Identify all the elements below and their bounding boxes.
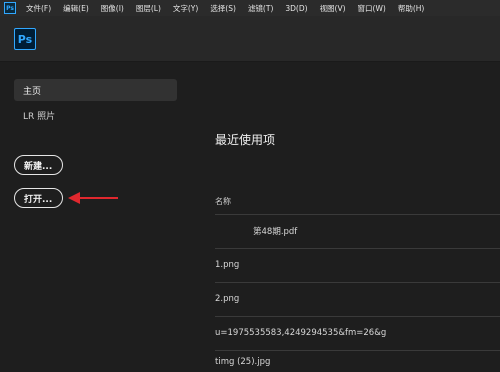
menu-layer[interactable]: 图层(L) bbox=[130, 3, 167, 14]
recent-file-row[interactable]: 第48期.pdf bbox=[215, 214, 500, 246]
menu-help[interactable]: 帮助(H) bbox=[392, 3, 431, 14]
menu-filter[interactable]: 滤镜(T) bbox=[242, 3, 279, 14]
menu-bar: Ps 文件(F) 编辑(E) 图像(I) 图层(L) 文字(Y) 选择(S) 滤… bbox=[0, 0, 500, 16]
arrow-left-icon bbox=[68, 192, 118, 204]
menu-file[interactable]: 文件(F) bbox=[20, 3, 57, 14]
column-header-name[interactable]: 名称 bbox=[215, 196, 231, 207]
recent-file-row[interactable]: timg (25).jpg bbox=[215, 350, 500, 372]
photoshop-app-icon[interactable]: Ps bbox=[4, 2, 16, 14]
file-name: 2.png bbox=[215, 293, 240, 304]
menu-image[interactable]: 图像(I) bbox=[95, 3, 130, 14]
recent-file-row[interactable]: 1.png bbox=[215, 248, 500, 280]
new-button[interactable]: 新建... bbox=[14, 155, 63, 175]
recent-title: 最近使用项 bbox=[215, 133, 276, 147]
recent-file-row[interactable]: u=1975535583,4249294535&fm=26&g bbox=[215, 316, 500, 348]
file-name: 第48期.pdf bbox=[253, 226, 298, 237]
open-button[interactable]: 打开... bbox=[14, 188, 63, 208]
photoshop-logo: Ps bbox=[14, 28, 36, 50]
menu-window[interactable]: 窗口(W) bbox=[352, 3, 392, 14]
file-name: u=1975535583,4249294535&fm=26&g bbox=[215, 327, 387, 338]
file-name: 1.png bbox=[215, 259, 240, 270]
recent-file-row[interactable]: 2.png bbox=[215, 282, 500, 314]
menu-3d[interactable]: 3D(D) bbox=[279, 4, 313, 13]
file-name: timg (25).jpg bbox=[215, 356, 271, 367]
sidebar-item-lr-photos[interactable]: LR 照片 bbox=[23, 107, 55, 123]
menu-view[interactable]: 视图(V) bbox=[314, 3, 352, 14]
sidebar-item-home[interactable]: 主页 bbox=[14, 79, 177, 101]
menu-type[interactable]: 文字(Y) bbox=[167, 3, 204, 14]
options-bar bbox=[0, 16, 500, 62]
menu-edit[interactable]: 编辑(E) bbox=[57, 3, 95, 14]
menu-select[interactable]: 选择(S) bbox=[204, 3, 242, 14]
